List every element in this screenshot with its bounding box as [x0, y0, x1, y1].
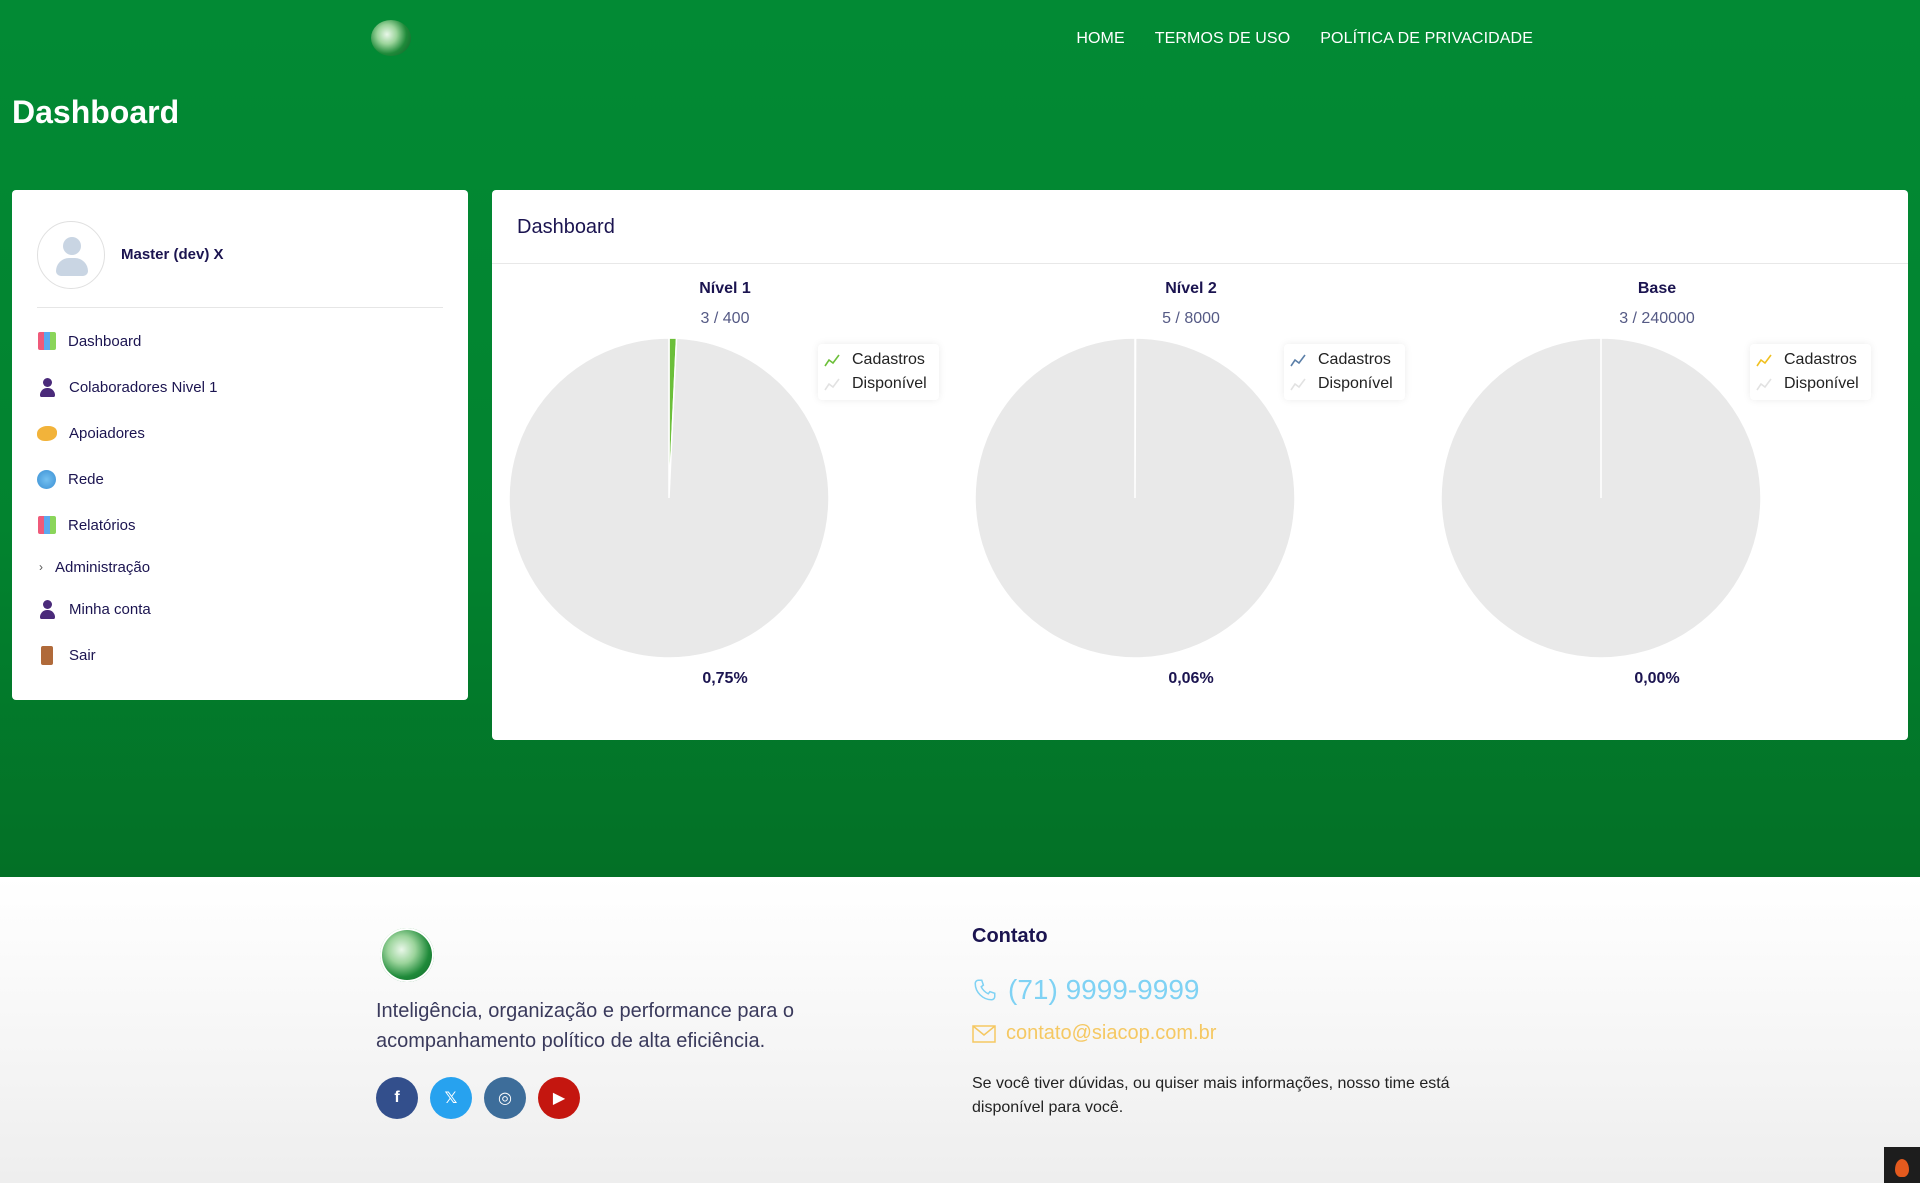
chevron-right-icon: ›	[39, 560, 43, 574]
legend-line-icon	[1756, 354, 1772, 367]
chart-subtitle: 3 / 400	[700, 310, 750, 327]
contact-note: Se você tiver dúvidas, ou quiser mais in…	[972, 1075, 1450, 1116]
panel-title: Dashboard	[492, 190, 1908, 264]
legend-line-icon	[1756, 378, 1772, 391]
social-links: f 𝕏 ◎ ▶	[376, 1077, 580, 1119]
sidebar: Master (dev) X Dashboard Colaboradores N…	[12, 190, 468, 700]
legend-line-icon	[824, 378, 840, 391]
pie-chart	[1441, 338, 1761, 658]
footer-tagline: Inteligência, organização e performance …	[376, 1000, 795, 1052]
chart-title: Nível 2	[1165, 280, 1217, 297]
contact-heading: Contato	[972, 925, 1048, 947]
email-address: contato@siacop.com.br	[1006, 1022, 1217, 1044]
envelope-icon	[972, 1024, 996, 1043]
logo-icon[interactable]	[371, 20, 411, 56]
page-title: Dashboard	[12, 94, 180, 130]
pie-slice-disponível[interactable]	[509, 338, 829, 658]
sidebar-item-minha-conta[interactable]: Minha conta	[37, 586, 443, 632]
pie-chart	[975, 338, 1295, 658]
chart-title: Nível 1	[699, 280, 751, 297]
x-icon[interactable]: 𝕏	[430, 1077, 472, 1119]
phone-icon	[974, 979, 996, 1001]
flame-shape	[1895, 1159, 1909, 1177]
legend-item[interactable]: Cadastros	[1290, 348, 1393, 372]
sidebar-item-relatorios[interactable]: Relatórios	[37, 502, 443, 548]
bar-chart-icon	[38, 516, 56, 534]
pie-slice-disponível[interactable]	[975, 338, 1295, 658]
charts-row: Nível 1 3 / 400 Cadastros Disponível 0,75…	[492, 264, 1908, 734]
legend-line-icon	[824, 354, 840, 367]
user-name: Master (dev) X	[121, 246, 224, 263]
footer	[0, 877, 1920, 1183]
legend-item[interactable]: Disponível	[824, 372, 927, 396]
footer-logo-icon	[380, 928, 434, 982]
user-icon	[37, 599, 57, 619]
legend-item[interactable]: Disponível	[1756, 372, 1859, 396]
sidebar-item-apoiadores[interactable]: Apoiadores	[37, 410, 443, 456]
youtube-icon[interactable]: ▶	[538, 1077, 580, 1119]
sidebar-item-colaboradores[interactable]: Colaboradores Nivel 1	[37, 364, 443, 410]
chart-legend: Cadastros Disponível	[818, 344, 939, 400]
sidebar-item-label: Minha conta	[69, 600, 151, 618]
avatar-head	[63, 236, 81, 255]
sidebar-item-label: Colaboradores Nivel 1	[69, 378, 218, 396]
legend-label: Disponível	[1784, 375, 1859, 392]
chart-percent: 0,00%	[1634, 670, 1680, 687]
sidebar-item-rede[interactable]: Rede	[37, 456, 443, 502]
avatar-body	[56, 257, 88, 276]
legend-label: Cadastros	[1784, 351, 1857, 368]
chart-legend: Cadastros Disponível	[1750, 344, 1871, 400]
user-icon	[37, 377, 57, 397]
avatar	[37, 220, 105, 289]
contact-email[interactable]: contato@siacop.com.br	[972, 1022, 1216, 1045]
instagram-icon[interactable]: ◎	[484, 1077, 526, 1119]
contact-phone[interactable]: (71) 9999-9999	[972, 974, 1199, 1006]
sidebar-item-administracao[interactable]: › Administração	[37, 548, 443, 586]
globe-icon	[37, 469, 56, 489]
nav-terms[interactable]: TERMOS DE USO	[1155, 30, 1291, 48]
sidebar-item-label: Administração	[55, 558, 151, 576]
flame-icon[interactable]	[1884, 1147, 1920, 1183]
sidebar-item-label: Sair	[69, 646, 96, 664]
sidebar-item-label: Relatórios	[68, 516, 136, 534]
top-nav: HOME TERMOS DE USO POLÍTICA DE PRIVACIDA…	[1076, 30, 1533, 48]
nav-privacy[interactable]: POLÍTICA DE PRIVACIDADE	[1320, 30, 1533, 48]
chart-nivel-1: Nível 1 3 / 400 Cadastros Disponível 0,75…	[492, 264, 958, 734]
user-profile: Master (dev) X	[37, 214, 443, 308]
chart-base: Base 3 / 240000 Cadastros Disponível 0,00…	[1424, 264, 1890, 734]
chart-percent: 0,06%	[1168, 670, 1214, 687]
legend-label: Cadastros	[852, 351, 925, 368]
door-icon	[41, 645, 53, 665]
pie-chart	[509, 338, 829, 658]
legend-label: Disponível	[852, 375, 927, 392]
legend-item[interactable]: Cadastros	[1756, 348, 1859, 372]
sidebar-item-dashboard[interactable]: Dashboard	[37, 318, 443, 364]
chart-subtitle: 3 / 240000	[1619, 310, 1695, 327]
legend-line-icon	[1290, 354, 1306, 367]
sidebar-item-label: Dashboard	[68, 332, 142, 350]
sidebar-menu: Dashboard Colaboradores Nivel 1 Apoiador…	[37, 318, 443, 678]
pie-slice-disponível[interactable]	[1441, 338, 1761, 658]
sidebar-item-label: Rede	[68, 470, 104, 488]
legend-item[interactable]: Cadastros	[824, 348, 927, 372]
chart-subtitle: 5 / 8000	[1162, 310, 1220, 327]
nav-home[interactable]: HOME	[1076, 30, 1124, 48]
chart-legend: Cadastros Disponível	[1284, 344, 1405, 400]
phone-number: (71) 9999-9999	[1008, 974, 1200, 1005]
legend-label: Cadastros	[1318, 351, 1391, 368]
legend-item[interactable]: Disponível	[1290, 372, 1393, 396]
handshake-icon	[37, 425, 57, 441]
sidebar-item-sair[interactable]: Sair	[37, 632, 443, 678]
sidebar-item-label: Apoiadores	[69, 424, 145, 442]
chart-title: Base	[1637, 280, 1677, 297]
chart-nivel-2: Nível 2 5 / 8000 Cadastros Disponível 0,0…	[958, 264, 1424, 734]
facebook-icon[interactable]: f	[376, 1077, 418, 1119]
chart-percent: 0,75%	[702, 670, 748, 687]
dashboard-panel: Dashboard Nível 1 3 / 400 Cadastros Dispo…	[492, 190, 1908, 740]
legend-line-icon	[1290, 378, 1306, 391]
bar-chart-icon	[38, 332, 56, 350]
legend-label: Disponível	[1318, 375, 1393, 392]
